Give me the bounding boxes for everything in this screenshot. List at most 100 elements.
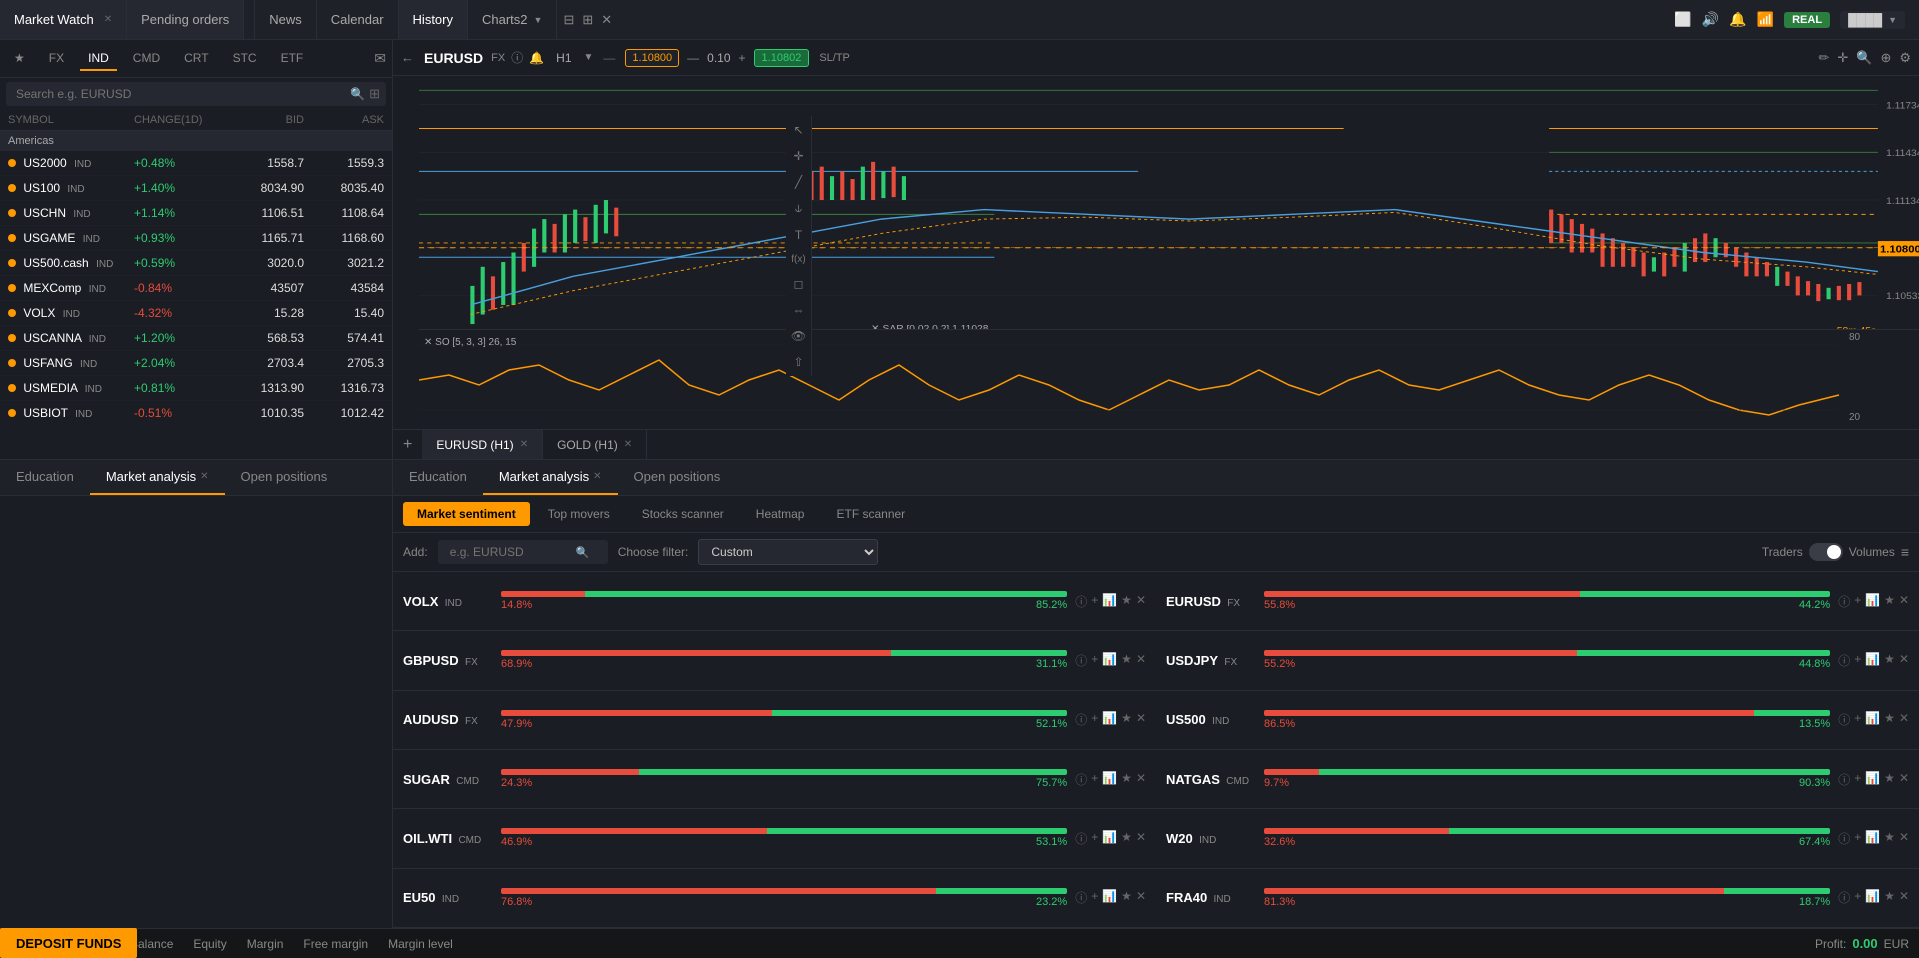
sentiment-item[interactable]: VOLX IND 14.8% 85.2% ⓘ + 📊 ★ ✕ — [393, 572, 1156, 631]
sent-star-icon[interactable]: ★ — [1884, 771, 1895, 788]
traders-toggle[interactable] — [1809, 543, 1843, 561]
sent-add-icon[interactable]: + — [1091, 889, 1098, 906]
chart-tool-measure[interactable]: ⇔ — [790, 300, 808, 320]
chart-add-tab[interactable]: + — [393, 436, 422, 454]
table-row[interactable]: US100 IND +1.40% 8034.90 8035.40 — [0, 176, 392, 201]
sent-star-icon[interactable]: ★ — [1884, 830, 1895, 847]
chart-tab-gold-close[interactable]: ✕ — [624, 439, 632, 450]
sent-close-icon[interactable]: ✕ — [1136, 652, 1146, 669]
chart-pen-icon[interactable]: ✏ — [1818, 50, 1829, 66]
bell-icon[interactable]: 🔔 — [1729, 11, 1746, 28]
sent-star-icon[interactable]: ★ — [1121, 711, 1132, 728]
sent-chart-icon[interactable]: 📊 — [1102, 771, 1117, 788]
sent-close-icon[interactable]: ✕ — [1136, 889, 1146, 906]
market-analysis-close[interactable]: ✕ — [200, 471, 208, 482]
sent-chart-icon[interactable]: 📊 — [1102, 889, 1117, 906]
sentiment-item[interactable]: USDJPY FX 55.2% 44.8% ⓘ + 📊 ★ ✕ — [1156, 631, 1919, 690]
tab-pending-orders[interactable]: Pending orders — [127, 0, 244, 39]
chart-tool-line[interactable]: ╱ — [792, 172, 805, 192]
chart-tab-gold[interactable]: GOLD (H1) ✕ — [543, 430, 647, 459]
sent-info-icon[interactable]: ⓘ — [1838, 830, 1850, 847]
sent-info-icon[interactable]: ⓘ — [1838, 889, 1850, 906]
status-margin[interactable]: Margin — [247, 937, 284, 951]
tab-bottom-open-positions[interactable]: Open positions — [618, 460, 737, 495]
sentiment-item[interactable]: EU50 IND 76.8% 23.2% ⓘ + 📊 ★ ✕ — [393, 869, 1156, 928]
sent-info-icon[interactable]: ⓘ — [1075, 652, 1087, 669]
table-row[interactable]: VOLX IND -4.32% 15.28 15.40 — [0, 301, 392, 326]
ma-tab-heatmap[interactable]: Heatmap — [742, 502, 819, 526]
sent-add-icon[interactable]: + — [1854, 593, 1861, 610]
sent-close-icon[interactable]: ✕ — [1899, 711, 1909, 728]
sentiment-item[interactable]: GBPUSD FX 68.9% 31.1% ⓘ + 📊 ★ ✕ — [393, 631, 1156, 690]
sent-add-icon[interactable]: + — [1091, 593, 1098, 610]
sent-chart-icon[interactable]: 📊 — [1865, 652, 1880, 669]
sent-info-icon[interactable]: ⓘ — [1075, 889, 1087, 906]
sent-add-icon[interactable]: + — [1091, 830, 1098, 847]
sent-add-icon[interactable]: + — [1854, 830, 1861, 847]
sent-add-icon[interactable]: + — [1091, 771, 1098, 788]
tab-news[interactable]: News — [254, 0, 317, 39]
sent-chart-icon[interactable]: 📊 — [1865, 889, 1880, 906]
sent-info-icon[interactable]: ⓘ — [1838, 711, 1850, 728]
chart-tool-crosshair[interactable]: ✛ — [790, 146, 806, 166]
search-input[interactable] — [12, 82, 350, 106]
sent-info-icon[interactable]: ⓘ — [1075, 593, 1087, 610]
mw-tab-crt[interactable]: CRT — [176, 47, 216, 71]
chart-tool-cursor[interactable]: ↖ — [790, 120, 806, 140]
sent-star-icon[interactable]: ★ — [1884, 593, 1895, 610]
chart-zoom-out-icon[interactable]: 🔍 — [1856, 50, 1872, 66]
status-equity[interactable]: Equity — [193, 937, 226, 951]
sent-star-icon[interactable]: ★ — [1121, 889, 1132, 906]
sent-chart-icon[interactable]: 📊 — [1865, 711, 1880, 728]
chart-symbol[interactable]: EURUSD — [424, 50, 483, 66]
sent-chart-icon[interactable]: 📊 — [1102, 652, 1117, 669]
sent-close-icon[interactable]: ✕ — [1899, 830, 1909, 847]
sent-close-icon[interactable]: ✕ — [1899, 771, 1909, 788]
chart-minimize-icon[interactable]: ⊟ — [563, 12, 574, 28]
account-selector[interactable]: ████ ▼ — [1840, 11, 1905, 29]
sent-star-icon[interactable]: ★ — [1884, 711, 1895, 728]
sent-chart-icon[interactable]: 📊 — [1102, 711, 1117, 728]
ma-tab-sentiment[interactable]: Market sentiment — [403, 502, 530, 526]
tab-history[interactable]: History — [399, 0, 468, 39]
sent-info-icon[interactable]: ⓘ — [1075, 830, 1087, 847]
sent-add-icon[interactable]: + — [1854, 889, 1861, 906]
sent-chart-icon[interactable]: 📊 — [1102, 830, 1117, 847]
chart-tool-shapes[interactable]: ◻ — [791, 274, 807, 294]
sent-chart-icon[interactable]: 📊 — [1865, 593, 1880, 610]
market-analysis-tab-close[interactable]: ✕ — [593, 471, 601, 482]
sentiment-item[interactable]: US500 IND 86.5% 13.5% ⓘ + 📊 ★ ✕ — [1156, 691, 1919, 750]
sent-close-icon[interactable]: ✕ — [1899, 652, 1909, 669]
chart-tab-eurusd-close[interactable]: ✕ — [520, 439, 528, 450]
mw-email-icon[interactable]: ✉ — [374, 50, 386, 67]
sent-add-icon[interactable]: + — [1091, 652, 1098, 669]
table-row[interactable]: US2000 IND +0.48% 1558.7 1559.3 — [0, 151, 392, 176]
mw-grid-icon[interactable]: ⊞ — [369, 86, 380, 102]
tab-market-watch[interactable]: Market Watch ✕ — [0, 0, 127, 39]
chart-tool-text[interactable]: T — [792, 225, 805, 245]
sent-chart-icon[interactable]: 📊 — [1865, 830, 1880, 847]
sentiment-item[interactable]: SUGAR CMD 24.3% 75.7% ⓘ + 📊 ★ ✕ — [393, 750, 1156, 809]
chart-tool-share[interactable]: ⇧ — [790, 352, 806, 372]
chart-tab-eurusd[interactable]: EURUSD (H1) ✕ — [422, 430, 543, 459]
chart-bid-btn[interactable]: 1.10802 — [754, 49, 810, 67]
tab-open-positions[interactable]: Open positions — [225, 460, 344, 495]
table-row[interactable]: US500.cash IND +0.59% 3020.0 3021.2 — [0, 251, 392, 276]
sent-close-icon[interactable]: ✕ — [1899, 889, 1909, 906]
ma-tab-etf[interactable]: ETF scanner — [822, 502, 919, 526]
sent-star-icon[interactable]: ★ — [1884, 652, 1895, 669]
ma-search-input[interactable] — [446, 540, 576, 564]
table-row[interactable]: USMEDIA IND +0.81% 1313.90 1316.73 — [0, 376, 392, 401]
chart-tool-eye[interactable]: 👁 — [788, 326, 809, 346]
sent-chart-icon[interactable]: 📊 — [1102, 593, 1117, 610]
sent-star-icon[interactable]: ★ — [1121, 593, 1132, 610]
sent-info-icon[interactable]: ⓘ — [1075, 711, 1087, 728]
sent-star-icon[interactable]: ★ — [1121, 652, 1132, 669]
sent-star-icon[interactable]: ★ — [1884, 889, 1895, 906]
sentiment-item[interactable]: FRA40 IND 81.3% 18.7% ⓘ + 📊 ★ ✕ — [1156, 869, 1919, 928]
sent-info-icon[interactable]: ⓘ — [1838, 652, 1850, 669]
ma-tab-stocks[interactable]: Stocks scanner — [628, 502, 738, 526]
chart-sltp-btn[interactable]: 1.10800 — [625, 49, 679, 67]
sentiment-item[interactable]: NATGAS CMD 9.7% 90.3% ⓘ + 📊 ★ ✕ — [1156, 750, 1919, 809]
tab-education[interactable]: Education — [0, 460, 90, 495]
